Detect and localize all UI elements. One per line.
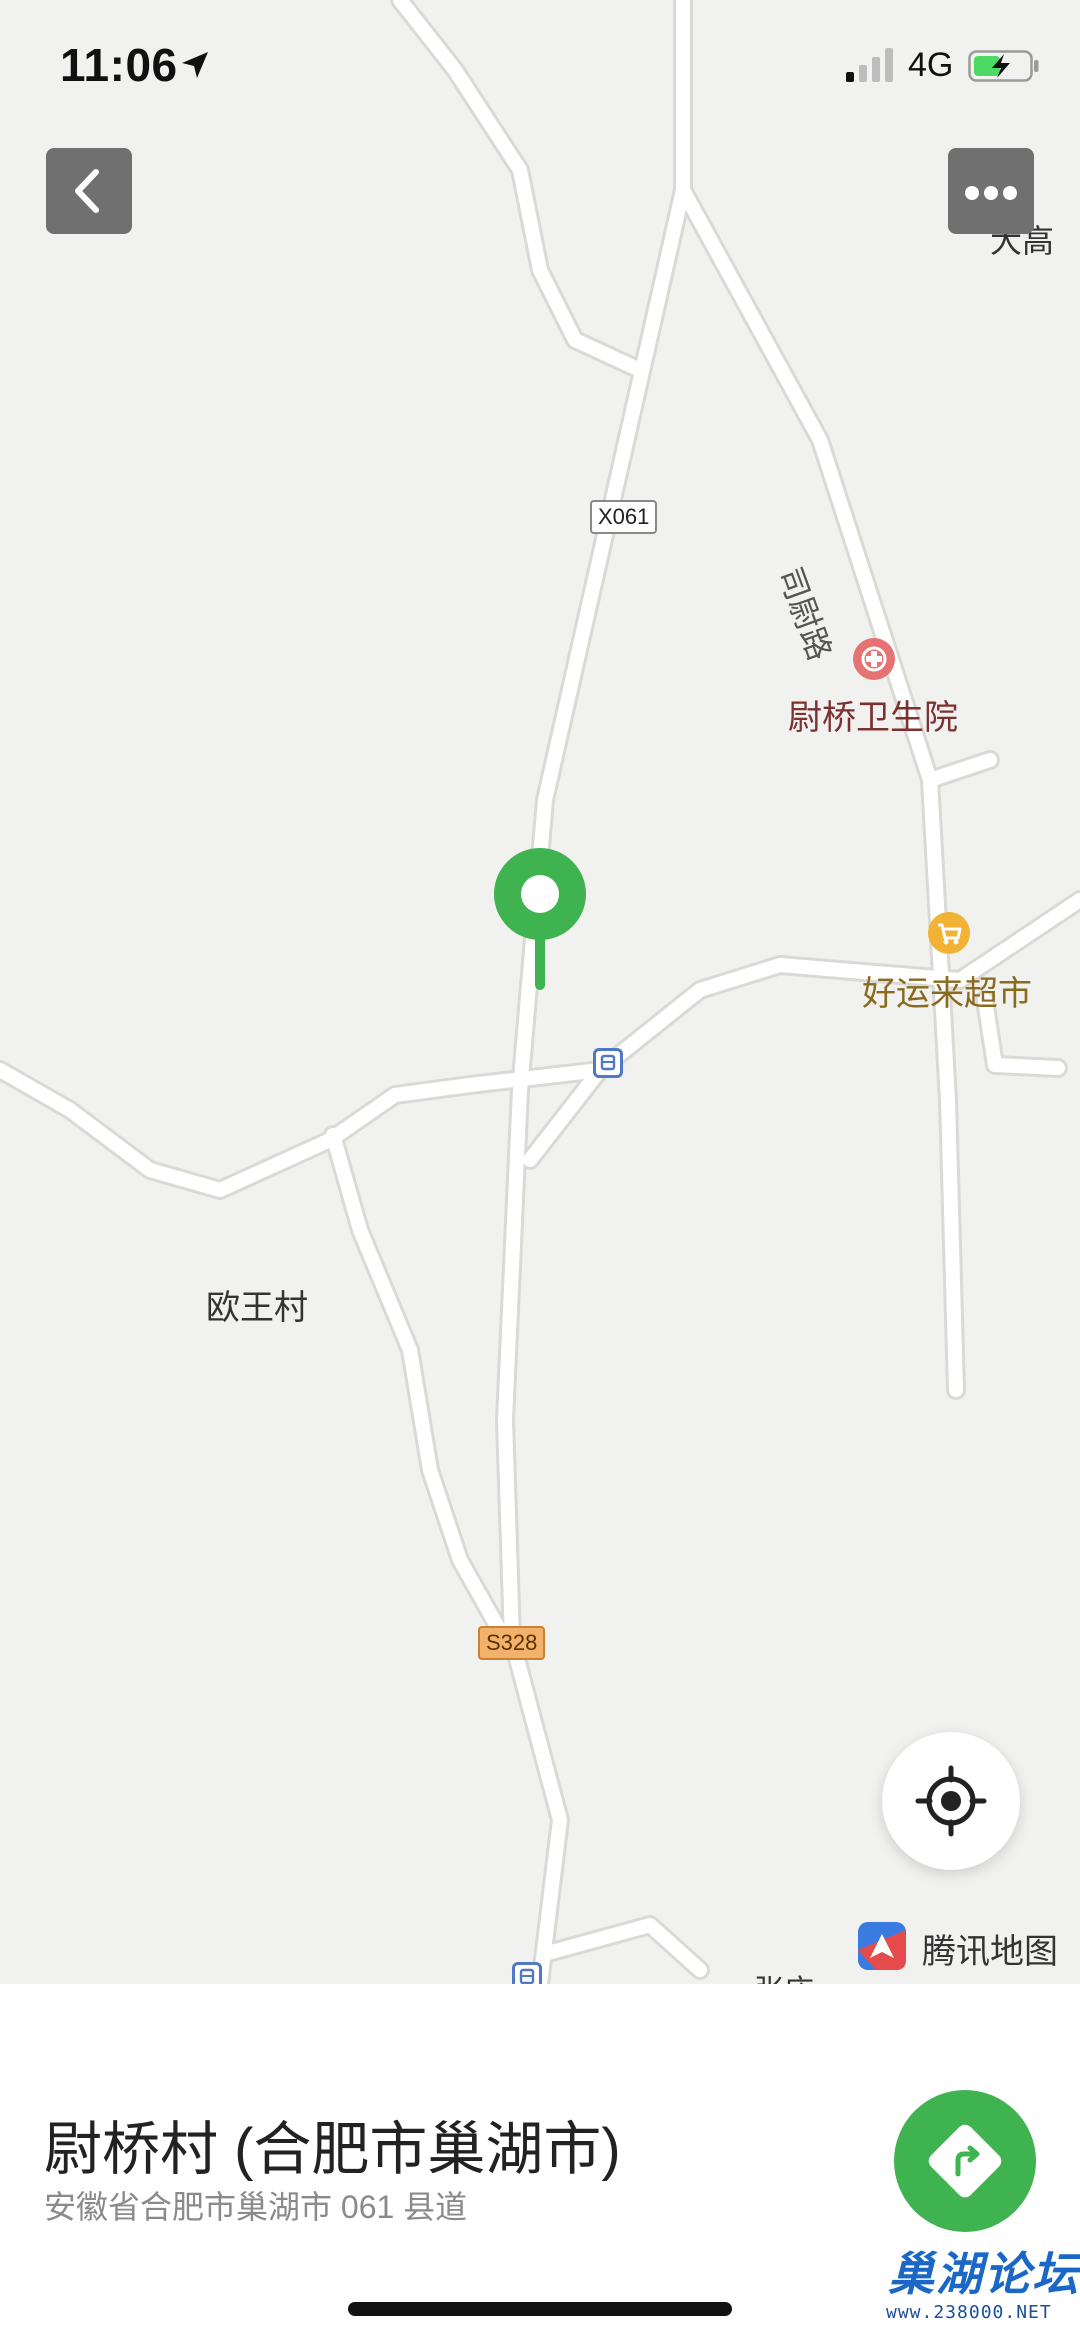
network-type: 4G xyxy=(908,46,954,84)
forum-watermark: 巢湖论坛 www.238000.NET xyxy=(882,2236,1078,2336)
watermark-url: www.238000.NET xyxy=(886,2302,1052,2323)
supermarket-icon[interactable] xyxy=(928,912,970,954)
bus-stop-icon[interactable] xyxy=(512,1962,542,1984)
poi-label-hospital[interactable]: 尉桥卫生院 xyxy=(788,690,958,739)
brand-label: 腾讯地图 xyxy=(922,1933,1058,1971)
directions-button[interactable] xyxy=(894,2090,1036,2232)
back-button[interactable] xyxy=(46,148,132,234)
place-name: 尉桥村 (合肥市巢湖市) xyxy=(44,2117,621,2182)
ellipsis-icon xyxy=(965,186,979,200)
tencent-maps-logo-icon xyxy=(858,1922,906,1970)
cellular-signal-icon xyxy=(846,48,893,82)
status-time: 11:06 xyxy=(60,39,178,91)
map-label-zhangzhuang: 张庄 xyxy=(754,1966,814,1984)
map-label-ouwang-village: 欧王村 xyxy=(206,1289,308,1327)
location-pin-icon[interactable] xyxy=(494,848,586,998)
more-options-button[interactable] xyxy=(948,148,1034,234)
place-address: 安徽省合肥市巢湖市 061 县道 xyxy=(44,2189,468,2225)
status-bar: 11:06 4G xyxy=(0,0,1080,130)
bus-stop-icon[interactable] xyxy=(593,1048,623,1078)
road-shield-x061: X061 xyxy=(590,500,658,534)
location-arrow-icon xyxy=(182,52,208,78)
my-location-button[interactable] xyxy=(882,1732,1020,1870)
map-view[interactable]: 大高 司尉路 X061 尉桥卫生院 好运来超市 欧王村 S328 张庄 xyxy=(0,0,1080,1984)
crosshair-icon xyxy=(915,1765,987,1837)
battery-charging-icon xyxy=(968,50,1039,82)
poi-label-supermarket[interactable]: 好运来超市 xyxy=(862,966,1032,1015)
chevron-left-icon xyxy=(75,169,99,213)
home-indicator[interactable] xyxy=(348,2302,732,2316)
watermark-title: 巢湖论坛 xyxy=(888,2248,1080,2300)
hospital-icon[interactable] xyxy=(853,638,895,680)
route-icon xyxy=(928,2124,1002,2198)
road-shield-s328: S328 xyxy=(478,1626,546,1660)
